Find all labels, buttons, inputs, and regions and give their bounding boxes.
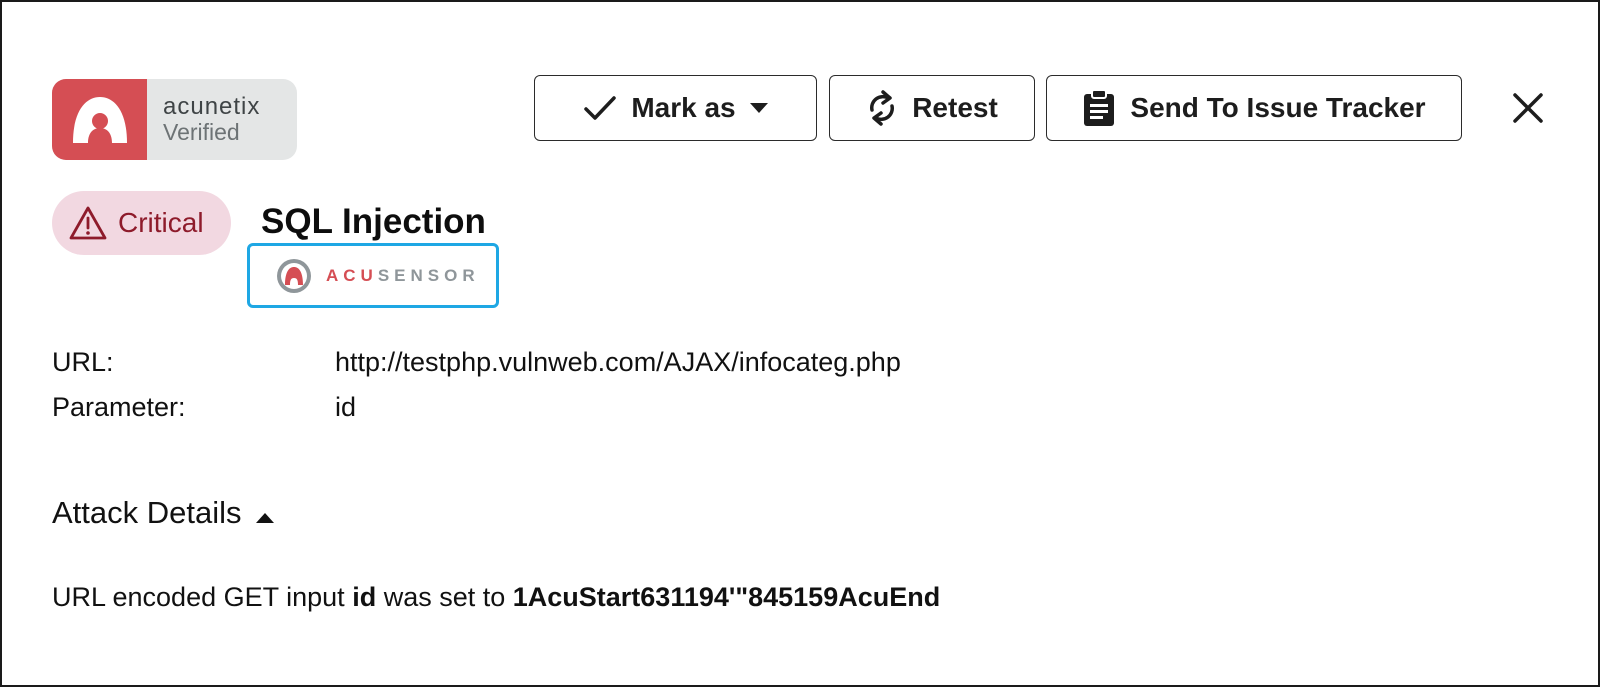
- logo-name: acunetix: [163, 92, 261, 120]
- acusensor-wordmark-acu: ACU: [326, 265, 378, 285]
- acunetix-logo-icon: [52, 79, 147, 160]
- retest-button[interactable]: Retest: [829, 75, 1035, 141]
- retest-label: Retest: [912, 92, 998, 123]
- url-value: http://testphp.vulnweb.com/AJAX/infocate…: [335, 347, 901, 377]
- parameter-row: Parameter: id: [52, 392, 356, 423]
- parameter-value: id: [335, 392, 357, 422]
- caret-up-icon: [255, 513, 274, 523]
- attack-details-heading: Attack Details: [52, 495, 242, 530]
- attack-details-toggle[interactable]: Attack Details: [52, 495, 274, 531]
- caret-down-icon: [749, 103, 768, 113]
- mark-as-label: Mark as: [631, 92, 736, 123]
- parameter-label: Parameter:: [52, 392, 186, 422]
- url-label: URL:: [52, 347, 114, 377]
- warning-icon: [69, 206, 107, 240]
- clipboard-icon: [1084, 89, 1115, 126]
- attack-input-value: 1AcuStart631194'"845159AcuEnd: [512, 582, 941, 612]
- acusensor-wordmark: ACUSENSOR: [326, 266, 480, 286]
- send-to-issue-tracker-button[interactable]: Send To Issue Tracker: [1046, 75, 1462, 141]
- severity-badge: Critical: [52, 191, 231, 255]
- acusensor-wordmark-sensor: SENSOR: [377, 265, 480, 285]
- vulnerability-panel: acunetix Verified Mark as Retest Send To…: [0, 0, 1600, 687]
- vulnerability-title: SQL Injection: [261, 202, 486, 241]
- mark-as-button[interactable]: Mark as: [534, 75, 817, 141]
- refresh-icon: [870, 90, 895, 126]
- send-to-issue-tracker-label: Send To Issue Tracker: [1130, 92, 1426, 123]
- url-row: URL: http://testphp.vulnweb.com/AJAX/info…: [52, 347, 901, 378]
- check-icon: [584, 96, 617, 120]
- acusensor-badge[interactable]: ACUSENSOR: [247, 243, 499, 308]
- attack-text-2: was set to: [376, 582, 513, 612]
- attack-input-name: id: [352, 582, 377, 612]
- severity-label: Critical: [118, 207, 204, 238]
- attack-text-1: URL encoded GET input: [52, 582, 353, 612]
- acunetix-verified-badge: acunetix Verified: [52, 79, 297, 160]
- acusensor-icon: [277, 258, 311, 293]
- verified-label: Verified: [163, 119, 240, 146]
- close-icon[interactable]: [1510, 90, 1546, 126]
- attack-description: URL encoded GET input id was set to 1Acu…: [52, 582, 940, 613]
